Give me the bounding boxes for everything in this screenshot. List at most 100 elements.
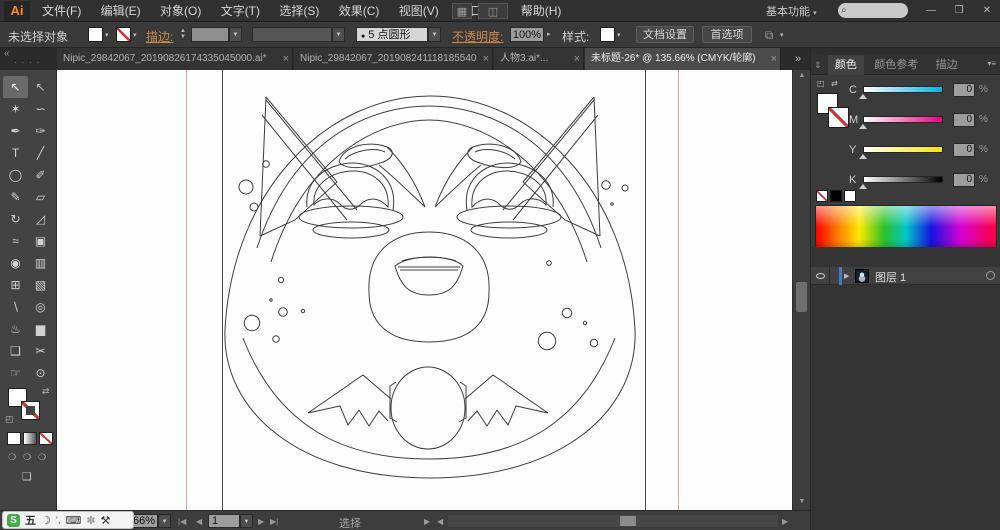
artboard-dropdown[interactable]: ▼ xyxy=(240,514,253,528)
column-graph-tool[interactable]: ▆ xyxy=(28,318,53,340)
cyan-slider-knob[interactable] xyxy=(859,94,867,99)
gradient-mode-button[interactable] xyxy=(23,432,37,445)
dock-header-strip[interactable] xyxy=(811,48,1000,55)
mini-default-swatch-icon[interactable]: ◰ xyxy=(817,79,825,88)
width-profile-dropdown[interactable]: ▼ xyxy=(428,27,441,42)
yellow-value-field[interactable]: 0 xyxy=(953,143,975,157)
bridge-icon[interactable]: ▦ xyxy=(452,3,472,19)
last-artboard-icon[interactable]: ▶| xyxy=(270,517,278,526)
none-mode-button[interactable] xyxy=(39,432,53,445)
zoom-dropdown[interactable]: ▼ xyxy=(158,514,171,528)
blend-tool[interactable]: ◎ xyxy=(28,296,53,318)
align-icon[interactable]: ⧉ xyxy=(760,27,778,43)
search-input[interactable] xyxy=(838,3,908,18)
ime-toolbar[interactable]: S 五 ☽ ’, ⌨ ✽ ⚒ xyxy=(2,511,134,529)
slice-tool[interactable]: ✂ xyxy=(28,340,53,362)
mesh-tool[interactable]: ⊞ xyxy=(3,274,28,296)
artboard-number-field[interactable]: 1 xyxy=(208,514,240,528)
brush-definition-field[interactable] xyxy=(252,27,332,42)
document-tab-3[interactable]: 人物3.ai*... × xyxy=(494,48,584,70)
arrange-documents-icon[interactable]: ◫ xyxy=(478,3,508,19)
canvas-area[interactable] xyxy=(57,70,792,510)
pencil-tool[interactable]: ✎ xyxy=(3,186,28,208)
close-icon[interactable]: × xyxy=(483,48,489,70)
restore-button[interactable]: ❐ xyxy=(946,2,972,19)
ai-logo[interactable]: Ai xyxy=(4,1,30,21)
document-tab-2[interactable]: Nipic_29842067_20190824111818554000.ai* … xyxy=(294,48,493,70)
black-swatch[interactable] xyxy=(830,190,842,202)
layer-name[interactable]: 图层 1 xyxy=(875,269,906,285)
stroke-weight-dropdown[interactable]: ▼ xyxy=(229,27,242,42)
white-swatch[interactable] xyxy=(844,190,856,202)
stroke-panel-link[interactable]: 描边: xyxy=(146,28,173,45)
emoji-icon[interactable]: ✽ xyxy=(86,514,95,527)
live-paint-tool[interactable]: ▥ xyxy=(28,252,53,274)
opacity-value-field[interactable]: 100% xyxy=(510,27,544,42)
stroke-dropdown-icon[interactable]: ▾ xyxy=(133,31,137,39)
scale-tool[interactable]: ◿ xyxy=(28,208,53,230)
tab-overflow-icon[interactable]: » xyxy=(795,48,801,70)
first-artboard-icon[interactable]: |◀ xyxy=(178,517,186,526)
scroll-up-icon[interactable]: ▲ xyxy=(793,72,811,79)
zoom-tool[interactable]: ⊙ xyxy=(28,362,53,384)
layer-row[interactable]: ▶ 图层 1 xyxy=(811,267,1000,285)
gradient-tool[interactable]: ▧ xyxy=(28,274,53,296)
swap-fill-stroke-icon[interactable]: ⇄ xyxy=(42,386,50,397)
layer-target-icon[interactable] xyxy=(986,271,995,280)
previous-artboard-icon[interactable]: ◀ xyxy=(196,517,202,526)
panel-accordion-icon[interactable]: ⇕ xyxy=(811,55,825,75)
close-button[interactable]: ✕ xyxy=(974,2,1000,19)
black-value-field[interactable]: 0 xyxy=(953,173,975,187)
black-slider-knob[interactable] xyxy=(859,184,867,189)
width-tool[interactable]: ≈ xyxy=(3,230,28,252)
none-swatch[interactable] xyxy=(816,190,828,202)
width-profile-field[interactable]: ● 5 点圆形 xyxy=(356,27,428,42)
toolbar-collapse-icon[interactable]: « xyxy=(4,48,10,59)
free-transform-tool[interactable]: ▣ xyxy=(28,230,53,252)
visibility-eye-icon[interactable] xyxy=(816,273,825,279)
magenta-value-field[interactable]: 0 xyxy=(953,113,975,127)
expand-layer-icon[interactable]: ▶ xyxy=(844,272,849,280)
menu-item-file[interactable]: 文件(F) xyxy=(34,0,89,22)
hscroll-right-icon[interactable]: ▶ xyxy=(782,517,788,526)
mini-swap-icon[interactable]: ⇄ xyxy=(831,79,838,88)
align-dropdown-icon[interactable]: ▾ xyxy=(780,31,784,39)
direct-selection-tool[interactable]: ↖ xyxy=(28,76,53,98)
fill-dropdown-icon[interactable]: ▾ xyxy=(105,31,109,39)
toolbar-stroke-swatch[interactable] xyxy=(21,401,40,420)
document-tab-1[interactable]: Nipic_29842067_20190826174335045000.ai* … xyxy=(57,48,293,70)
workspace-switcher[interactable]: 基本功能 ▾ xyxy=(766,3,817,19)
close-icon[interactable]: × xyxy=(283,48,289,70)
eraser-tool[interactable]: ▱ xyxy=(28,186,53,208)
moon-icon[interactable]: ☽ xyxy=(41,514,51,527)
shape-builder-tool[interactable]: ◉ xyxy=(3,252,28,274)
default-fill-stroke-icon[interactable]: ◰ xyxy=(5,414,14,425)
draw-normal-icon[interactable]: ❍ xyxy=(8,452,16,463)
stroke-weight-field[interactable] xyxy=(191,27,229,42)
tab-color[interactable]: 颜色 xyxy=(827,55,864,75)
keyboard-icon[interactable]: ⌨ xyxy=(65,514,81,527)
wrench-icon[interactable]: ⚒ xyxy=(100,514,110,527)
brush-dropdown[interactable]: ▼ xyxy=(332,27,345,42)
black-slider[interactable] xyxy=(863,176,943,183)
scroll-down-icon[interactable]: ▼ xyxy=(793,498,811,505)
menu-item-view[interactable]: 视图(V) xyxy=(391,0,447,22)
ime-mode-label[interactable]: 五 xyxy=(25,512,36,528)
punctuation-icon[interactable]: ’, xyxy=(56,515,61,525)
fill-color-swatch[interactable] xyxy=(88,27,103,42)
magenta-slider[interactable] xyxy=(863,116,943,123)
opacity-panel-link[interactable]: 不透明度: xyxy=(452,28,503,45)
curvature-tool[interactable]: ✑ xyxy=(28,120,53,142)
artboard-tool[interactable]: ❑ xyxy=(3,340,28,362)
screen-mode-icon[interactable]: ❏ xyxy=(22,470,32,483)
minimize-button[interactable]: — xyxy=(918,2,944,19)
stroke-weight-stepper[interactable]: ▲ ▼ xyxy=(180,28,186,40)
document-tab-4-active[interactable]: 未标题-26* @ 135.66% (CMYK/轮廓) × xyxy=(585,48,781,70)
magic-wand-tool[interactable]: ✶ xyxy=(3,98,28,120)
shape-tool[interactable]: ◯ xyxy=(3,164,28,186)
rotate-tool[interactable]: ↻ xyxy=(3,208,28,230)
style-swatch[interactable] xyxy=(600,27,615,42)
horizontal-scrollbar[interactable] xyxy=(448,515,778,527)
menu-item-type[interactable]: 文字(T) xyxy=(213,0,268,22)
menu-item-edit[interactable]: 编辑(E) xyxy=(93,0,149,22)
